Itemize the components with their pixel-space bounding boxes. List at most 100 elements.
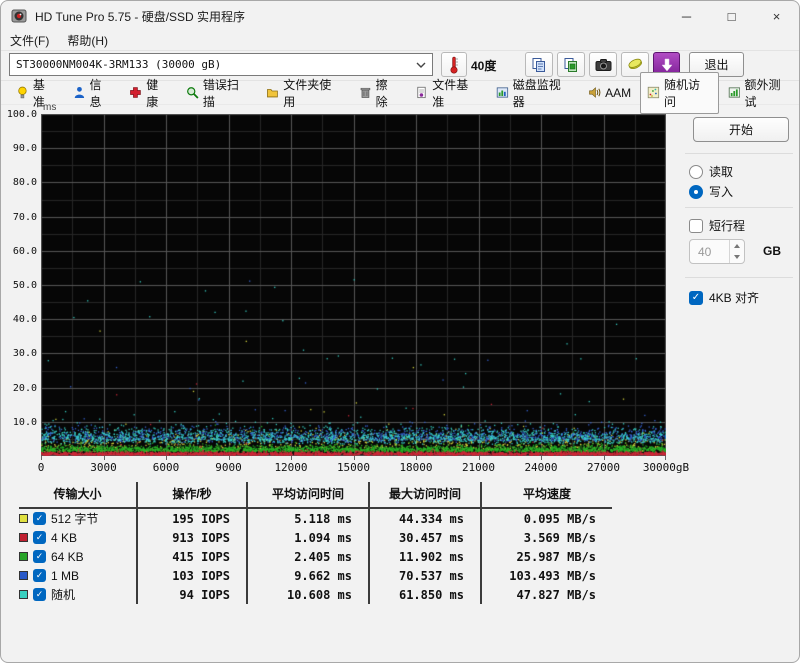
tab-info[interactable]: 信息 <box>66 72 121 114</box>
row-64kb-label: ✓ 64 KB <box>19 547 136 566</box>
separator <box>685 153 793 154</box>
cell-speed: 47.827 MB/s <box>480 585 612 604</box>
series-checkbox[interactable]: ✓ <box>33 512 46 525</box>
drive-selector-value: ST30000NM004K-3RM133 (30000 gB) <box>16 58 222 71</box>
tab-label: 额外测试 <box>744 77 781 109</box>
window-title: HD Tune Pro 5.75 - 硬盘/SSD 实用程序 <box>35 9 246 24</box>
transfer-size-label: 512 字节 <box>51 512 99 526</box>
series-checkbox[interactable]: ✓ <box>33 531 46 544</box>
chevron-down-icon <box>416 62 426 68</box>
tab-aam[interactable]: AAM <box>581 82 638 104</box>
y-tick-label: 70.0 <box>12 211 37 223</box>
y-tick-label: 80.0 <box>12 177 37 189</box>
spinner-down-button[interactable] <box>730 252 744 264</box>
title-bar: HD Tune Pro 5.75 - 硬盘/SSD 实用程序 ─ □ × <box>1 1 799 31</box>
write-option[interactable]: 写入 <box>689 183 733 200</box>
screenshot-button[interactable] <box>589 52 617 77</box>
cell-speed: 103.493 MB/s <box>480 566 612 585</box>
close-button[interactable]: × <box>754 1 799 31</box>
cell-max: 11.902 ms <box>368 547 480 566</box>
short-stroke-size-spinner[interactable]: 40 <box>689 239 745 264</box>
transfer-size-label: 64 KB <box>51 549 84 564</box>
menu-help[interactable]: 帮助(H) <box>58 30 117 51</box>
x-tick-mark <box>478 456 480 460</box>
tab-label: AAM <box>605 85 632 100</box>
lightbulb-icon <box>18 86 27 99</box>
col-header-max-access: 最大访问时间 <box>368 482 480 509</box>
align-label: 4KB 对齐 <box>709 291 760 305</box>
x-tick-label: 0 <box>37 461 45 474</box>
col-header-avg-speed: 平均速度 <box>480 482 612 509</box>
cell-max: 30.457 ms <box>368 528 480 547</box>
tab-label: 擦除 <box>375 77 388 109</box>
spinner-up-button[interactable] <box>730 240 744 252</box>
x-tick-mark <box>541 456 542 460</box>
series-color-swatch <box>19 552 28 561</box>
x-tick-mark <box>353 456 355 460</box>
write-label: 写入 <box>709 185 734 199</box>
tab-disk-monitor[interactable]: 磁盘监视器 <box>489 72 579 114</box>
cell-speed: 3.569 MB/s <box>480 528 612 547</box>
cell-iops: 913 IOPS <box>136 528 246 547</box>
series-color-swatch <box>19 571 28 580</box>
tab-folder-usage[interactable]: 文件夹使用 <box>259 72 349 114</box>
tab-label: 错误扫描 <box>202 77 239 109</box>
up-arrow-icon <box>734 243 740 248</box>
x-tick-label: 18000 <box>399 461 433 474</box>
y-tick-label: 100.0 <box>6 109 37 120</box>
x-tick-mark <box>41 456 42 460</box>
minimize-button[interactable]: ─ <box>664 1 709 31</box>
short-stroke-checkbox[interactable] <box>689 218 703 233</box>
y-tick-label: 90.0 <box>12 143 37 155</box>
series-checkbox[interactable]: ✓ <box>33 550 46 563</box>
cell-speed: 25.987 MB/s <box>480 547 612 566</box>
tab-health[interactable]: 健康 <box>122 72 177 114</box>
series-color-swatch <box>19 514 28 523</box>
cell-avg: 1.094 ms <box>246 528 368 547</box>
save-file-icon <box>627 58 642 70</box>
separator <box>685 277 793 278</box>
cell-speed: 0.095 MB/s <box>480 509 612 528</box>
tab-extra-tests[interactable]: 额外测试 <box>721 72 799 114</box>
menu-file[interactable]: 文件(F) <box>1 30 58 51</box>
short-stroke-size-value: 40 <box>698 244 712 259</box>
maximize-button[interactable]: □ <box>709 1 754 31</box>
write-radio[interactable] <box>689 184 703 199</box>
align-checkbox[interactable]: ✓ <box>689 290 703 305</box>
start-button[interactable]: 开始 <box>693 117 789 142</box>
x-tick-mark <box>228 456 230 460</box>
row-4kb-label: ✓ 4 KB <box>19 528 136 547</box>
results-table: 传输大小 操作/秒 平均访问时间 最大访问时间 平均速度 ✓ 512 字节 19… <box>19 482 612 604</box>
thermometer-icon <box>450 56 458 74</box>
series-checkbox[interactable]: ✓ <box>33 588 46 601</box>
spinner-arrows <box>729 240 744 263</box>
disk-monitor-icon <box>496 87 508 98</box>
row-512b-label: ✓ 512 字节 <box>19 509 136 528</box>
read-option[interactable]: 读取 <box>689 163 733 180</box>
separator <box>685 207 793 208</box>
short-stroke-option[interactable]: 短行程 <box>689 217 745 234</box>
tab-label: 随机访问 <box>664 77 701 109</box>
tab-label: 文件夹使用 <box>283 77 332 109</box>
cell-avg: 10.608 ms <box>246 585 368 604</box>
y-tick-label: 60.0 <box>12 245 37 257</box>
series-color-swatch <box>19 533 28 542</box>
align-option[interactable]: ✓ 4KB 对齐 <box>689 289 759 306</box>
x-tick-label: 21000 <box>461 461 496 474</box>
tab-erase[interactable]: 擦除 <box>352 72 407 114</box>
copy-text-icon <box>532 57 545 72</box>
random-access-icon <box>647 86 660 99</box>
cell-avg: 2.405 ms <box>246 547 368 566</box>
tab-error-scan[interactable]: 错误扫描 <box>179 72 257 114</box>
menu-bar: 文件(F) 帮助(H) <box>1 31 799 51</box>
read-radio[interactable] <box>689 164 703 179</box>
cell-iops: 103 IOPS <box>136 566 246 585</box>
x-tick-mark <box>416 456 417 460</box>
file-benchmark-icon <box>417 86 426 99</box>
transfer-size-label: 随机 <box>51 588 76 602</box>
health-cross-icon <box>130 87 142 98</box>
series-checkbox[interactable]: ✓ <box>33 569 46 582</box>
down-arrow-icon <box>734 255 740 260</box>
tab-file-benchmark[interactable]: 文件基准 <box>408 72 486 114</box>
tab-random-access[interactable]: 随机访问 <box>640 71 719 114</box>
